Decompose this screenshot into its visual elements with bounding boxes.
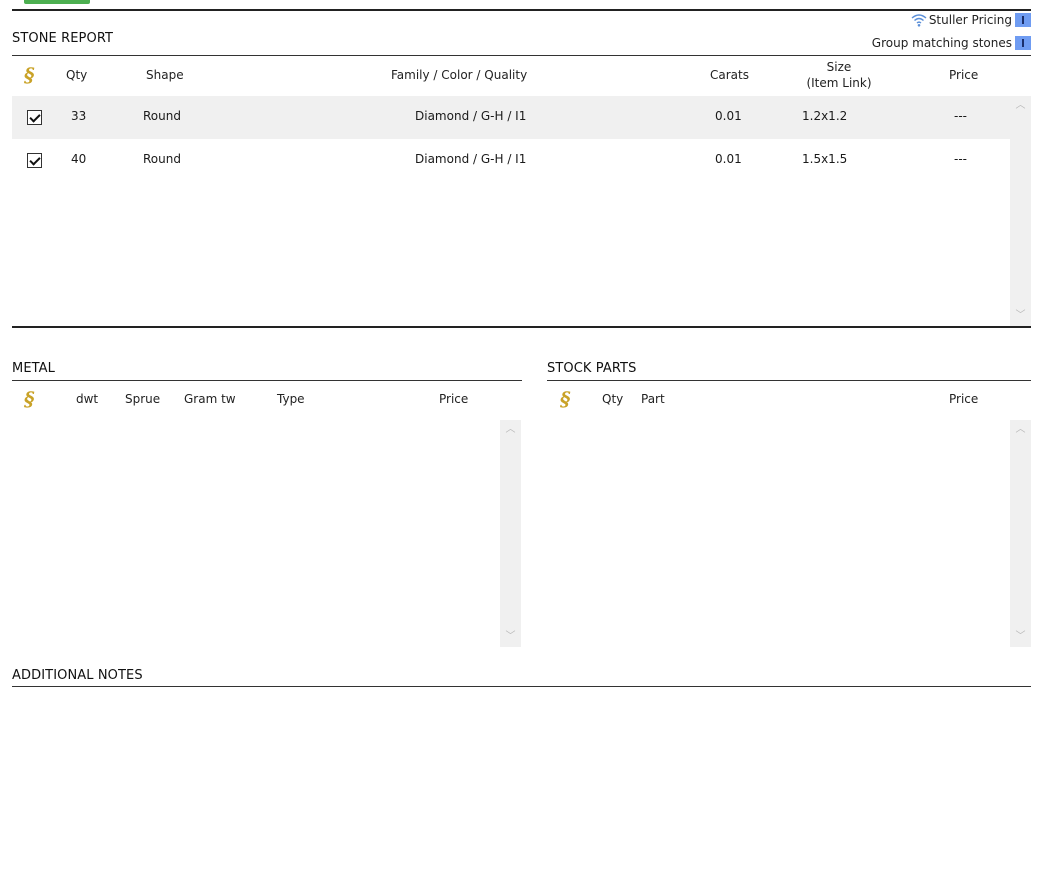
scroll-up-icon[interactable]: ︿ [1010,100,1031,112]
col-header-size-sub: (Item Link) [806,76,872,90]
scroll-down-icon[interactable]: ﹀ [1010,631,1031,643]
table-row[interactable]: 40 Round Diamond / G-H / I1 0.01 1.5x1.5… [12,139,1010,182]
col-header-gram-tw: Gram tw [184,392,236,406]
wifi-icon [911,14,927,27]
top-accent-bar [24,0,90,4]
metal-scrollbar[interactable]: ︿ ﹀ [500,420,521,647]
row-qty: 33 [71,109,87,123]
col-header-price: Price [949,68,979,82]
scroll-up-icon[interactable]: ︿ [1010,424,1031,436]
row-carats: 0.01 [715,152,742,166]
col-header-metal-price: Price [439,392,469,406]
row-shape: Round [143,109,181,123]
metal-title: METAL [12,361,55,376]
col-header-family: Family / Color / Quality [391,68,528,82]
stock-parts-header-rule [547,380,1031,381]
scroll-down-icon[interactable]: ﹀ [1010,310,1031,322]
row-checkbox[interactable] [27,110,42,125]
stuller-pricing-label: Stuller Pricing [928,13,1012,27]
row-price: --- [954,152,967,166]
scroll-up-icon[interactable]: ︿ [500,424,521,436]
stone-report-title: STONE REPORT [12,31,114,46]
scroll-down-icon[interactable]: ﹀ [500,631,521,643]
stone-report-scrollbar[interactable]: ︿ ﹀ [1010,96,1031,326]
col-header-part: Part [641,392,665,406]
additional-notes-area[interactable] [12,690,1031,860]
stock-parts-title: STOCK PARTS [547,361,637,376]
group-matching-toggle[interactable] [1015,36,1031,50]
metal-header-rule [12,380,522,381]
row-price: --- [954,109,967,123]
stuller-s-icon: § [24,387,35,411]
col-header-shape: Shape [146,68,184,82]
group-matching-toggle-row[interactable]: Group matching stones [872,36,1031,50]
row-family: Diamond / G-H / I1 [415,109,527,123]
additional-notes-rule [12,686,1031,687]
row-size-link[interactable]: 1.2x1.2 [802,109,847,123]
stone-report-top-rule [12,9,1031,11]
table-row[interactable]: 33 Round Diamond / G-H / I1 0.01 1.2x1.2… [12,96,1010,139]
col-header-size: Size (Item Link) [800,60,878,90]
stuller-pricing-toggle[interactable] [1015,13,1031,27]
col-header-carats: Carats [710,68,749,82]
stuller-pricing-toggle-row[interactable]: Stuller Pricing [911,13,1031,27]
row-size-link[interactable]: 1.5x1.5 [802,152,847,166]
row-family: Diamond / G-H / I1 [415,152,527,166]
stuller-s-icon: § [24,63,35,87]
stock-parts-scrollbar[interactable]: ︿ ﹀ [1010,420,1031,647]
col-header-type: Type [277,392,305,406]
stone-report-header-rule [12,55,1031,56]
stone-report-bottom-rule [12,326,1031,328]
col-header-dwt: dwt [76,392,99,406]
col-header-stock-qty: Qty [602,392,624,406]
row-shape: Round [143,152,181,166]
row-carats: 0.01 [715,109,742,123]
col-header-sprue: Sprue [125,392,161,406]
col-header-stock-price: Price [949,392,979,406]
row-checkbox[interactable] [27,153,42,168]
stuller-s-icon: § [560,387,571,411]
group-matching-label: Group matching stones [871,36,1012,50]
col-header-qty: Qty [66,68,88,82]
col-header-size-label: Size [826,60,852,74]
additional-notes-title: ADDITIONAL NOTES [12,668,143,683]
row-qty: 40 [71,152,87,166]
